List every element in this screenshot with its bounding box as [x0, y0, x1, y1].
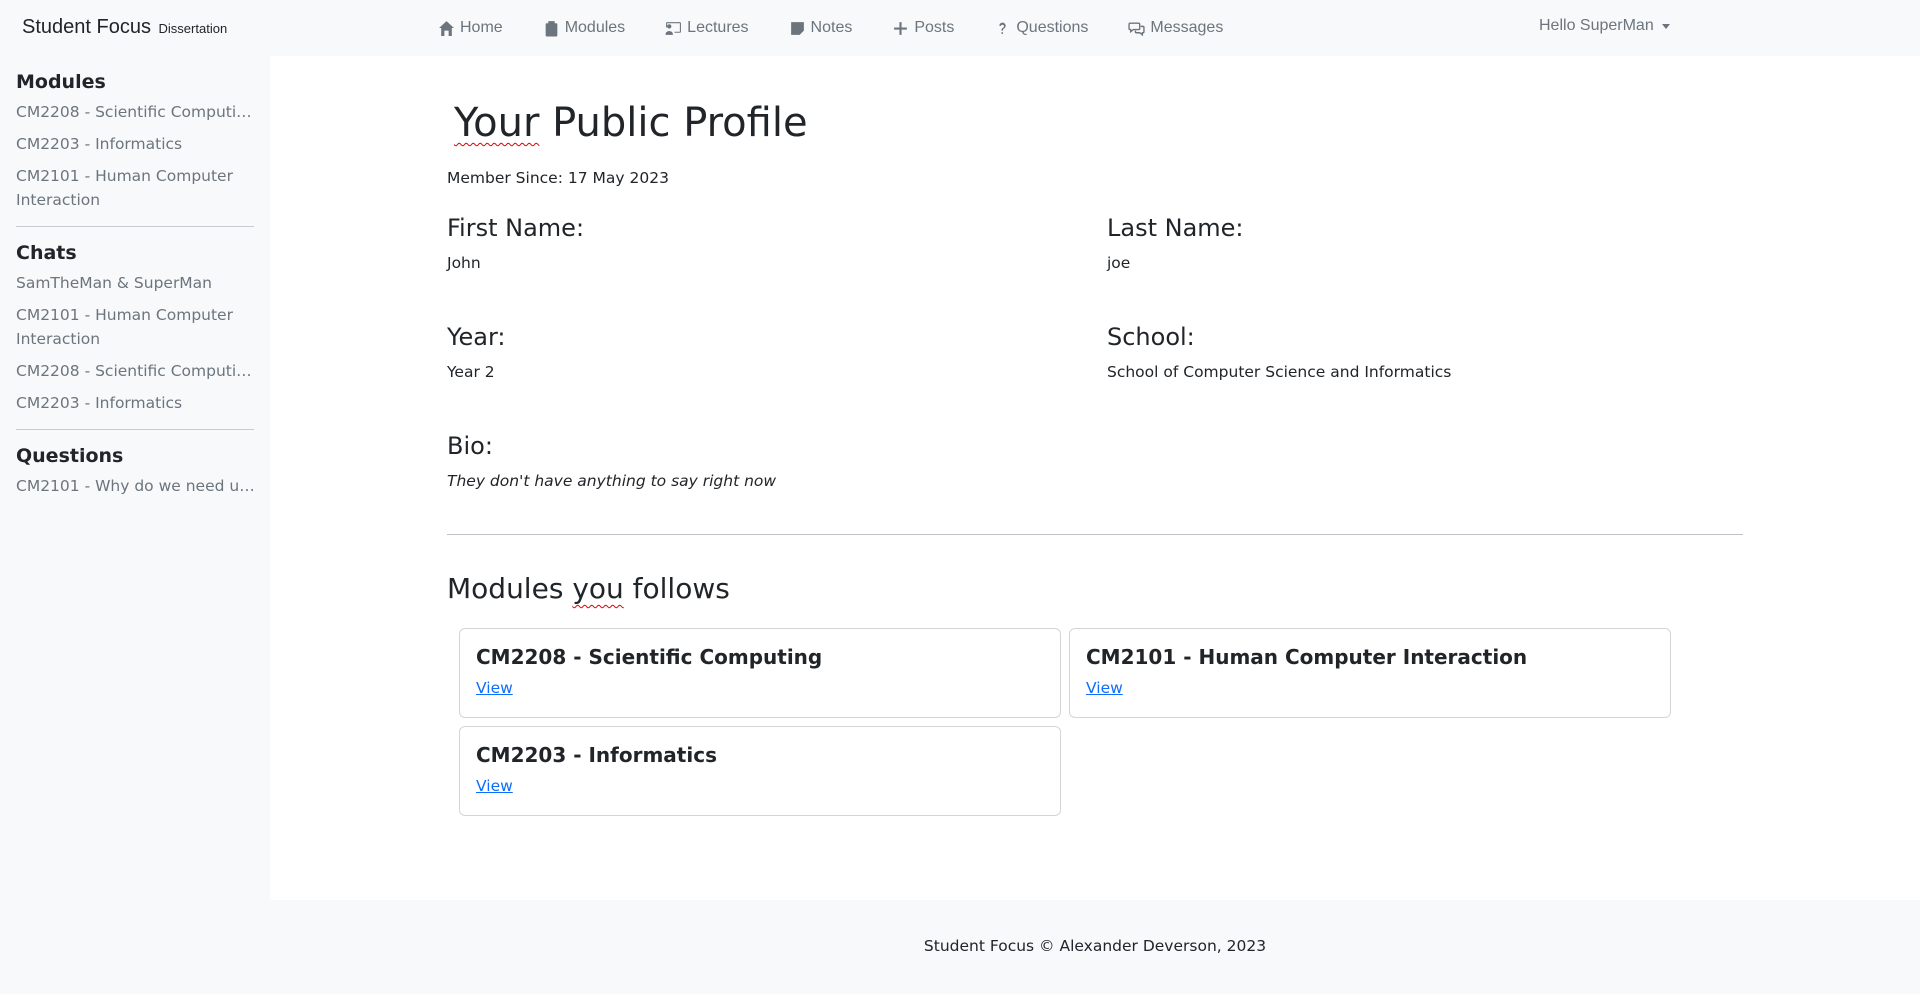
year-value: Year 2: [447, 363, 495, 381]
sidebar-chat-item[interactable]: CM2203 - Informatics: [16, 391, 255, 415]
module-card-title: CM2208 - Scientific Computing: [476, 645, 823, 669]
user-greeting: Hello SuperMan: [1539, 17, 1654, 34]
nav-modules[interactable]: Modules: [543, 19, 625, 37]
first-name-label: First Name:: [447, 214, 585, 242]
school-value: School of Computer Science and Informati…: [1107, 363, 1452, 381]
nav-questions-label: Questions: [1016, 19, 1089, 36]
modules-title-mid: you: [572, 572, 624, 605]
user-dropdown[interactable]: Hello SuperMan: [1539, 17, 1670, 35]
sidebar-chats-heading: Chats: [16, 242, 77, 264]
modules-section-title: Modules you follows: [447, 572, 730, 605]
module-card: CM2203 - Informatics View: [459, 726, 1061, 816]
section-divider: [447, 534, 1743, 535]
caret-down-icon: [1661, 23, 1670, 29]
sticky-note-icon: [790, 21, 804, 35]
sidebar-modules-heading: Modules: [16, 71, 106, 93]
sidebar-module-item[interactable]: CM2101 - Human Computer Interaction: [16, 164, 255, 212]
last-name-label: Last Name:: [1107, 214, 1244, 242]
page-title-rest: Public Profile: [539, 100, 808, 146]
top-navbar: Student Focus Dissertation Home Modules …: [0, 0, 1920, 56]
sidebar-divider: [16, 226, 254, 227]
school-label: School:: [1107, 323, 1195, 351]
first-name-value: John: [447, 254, 481, 272]
year-label: Year:: [447, 323, 506, 351]
clipboard-icon: [545, 20, 558, 36]
person-video-icon: [665, 21, 682, 35]
nav-home-label: Home: [460, 19, 503, 36]
bio-label: Bio:: [447, 432, 493, 460]
module-card: CM2101 - Human Computer Interaction View: [1069, 628, 1671, 718]
module-card-title: CM2101 - Human Computer Interaction: [1086, 645, 1528, 669]
module-view-link[interactable]: View: [1086, 679, 1123, 697]
question-icon: [999, 22, 1007, 34]
nav-messages[interactable]: Messages: [1128, 19, 1223, 37]
brand-link[interactable]: Student Focus Dissertation: [22, 16, 227, 39]
sidebar-chat-item[interactable]: CM2208 - Scientific Computing: [16, 359, 255, 383]
sidebar-chat-item[interactable]: SamTheMan & SuperMan: [16, 271, 255, 295]
sidebar-chat-item[interactable]: CM2101 - Human Computer Interaction: [16, 303, 255, 351]
module-view-link[interactable]: View: [476, 777, 513, 795]
page-title: Your Public Profile: [454, 100, 808, 146]
nav-links: Home Modules Lectures Notes Posts Questi…: [438, 0, 1263, 56]
sidebar-module-item[interactable]: CM2203 - Informatics: [16, 132, 255, 156]
sidebar: Modules CM2208 - Scientific Computing CM…: [0, 56, 270, 900]
nav-questions[interactable]: Questions: [994, 19, 1088, 37]
plus-icon: [894, 21, 908, 35]
sidebar-questions-heading: Questions: [16, 445, 124, 467]
nav-lectures[interactable]: Lectures: [665, 19, 749, 37]
sidebar-module-item[interactable]: CM2208 - Scientific Computing: [16, 100, 255, 124]
brand-subtitle: Dissertation: [158, 21, 228, 36]
footer: Student Focus © Alexander Deverson, 2023: [270, 900, 1920, 994]
bio-value: They don't have anything to say right no…: [447, 472, 777, 490]
modules-title-pre: Modules: [447, 572, 573, 605]
nav-modules-label: Modules: [564, 19, 626, 36]
house-icon: [439, 20, 454, 36]
module-card-title: CM2203 - Informatics: [476, 743, 717, 767]
modules-title-post: follows: [623, 572, 730, 605]
footer-copyright: Student Focus © Alexander Deverson, 2023: [923, 937, 1267, 955]
nav-posts-label: Posts: [914, 19, 955, 36]
chat-bubbles-icon: [1128, 21, 1146, 36]
brand-name: Student Focus: [22, 16, 151, 38]
module-card: CM2208 - Scientific Computing View: [459, 628, 1061, 718]
nav-notes-label: Notes: [810, 19, 853, 36]
nav-home[interactable]: Home: [438, 19, 503, 37]
page-title-word-1: Your: [454, 100, 540, 146]
nav-posts[interactable]: Posts: [892, 19, 954, 37]
module-view-link[interactable]: View: [476, 679, 513, 697]
member-since: Member Since: 17 May 2023: [447, 169, 669, 187]
main-content: Your Public Profile Member Since: 17 May…: [270, 56, 1920, 900]
nav-lectures-label: Lectures: [687, 19, 749, 36]
sidebar-question-item[interactable]: CM2101 - Why do we need use...: [16, 474, 255, 498]
nav-messages-label: Messages: [1150, 19, 1224, 36]
sidebar-divider: [16, 429, 254, 430]
last-name-value: joe: [1107, 254, 1131, 272]
nav-notes[interactable]: Notes: [789, 19, 853, 37]
